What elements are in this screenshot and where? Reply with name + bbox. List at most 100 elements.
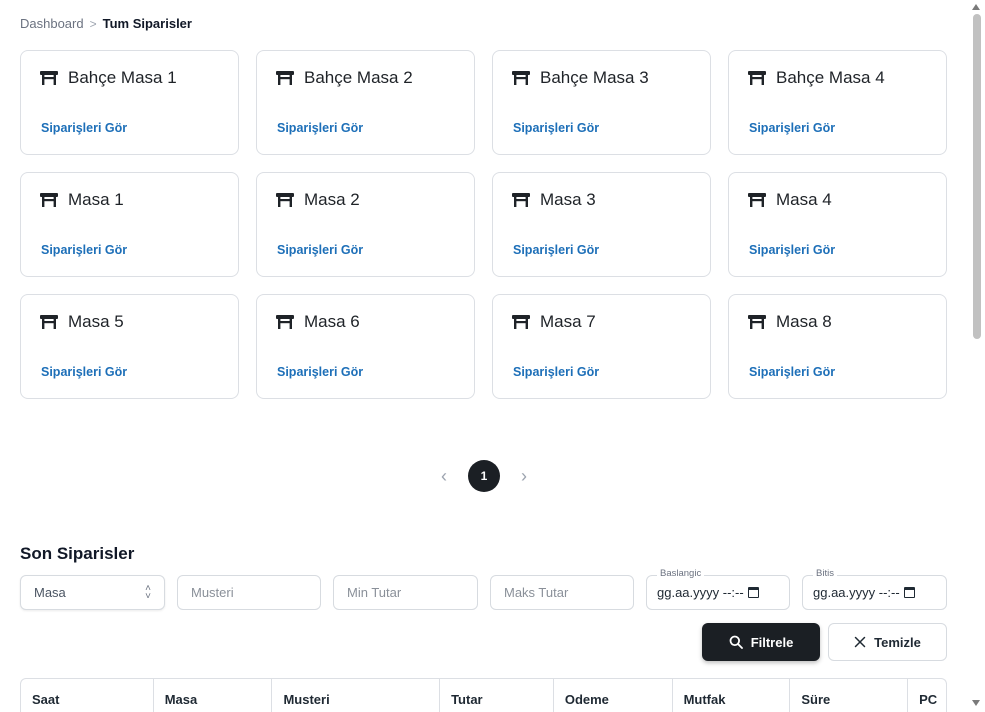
table-card-header: Bahçe Masa 2 (275, 68, 456, 88)
start-datetime-input[interactable]: Baslangic gg.aa.yyyy --:-- (646, 568, 790, 610)
table-card-title: Masa 6 (304, 312, 360, 331)
view-orders-link[interactable]: Siparişleri Gör (749, 365, 835, 379)
filter-button[interactable]: Filtrele (702, 623, 820, 661)
calendar-icon[interactable] (747, 587, 759, 598)
table-card-title: Masa 5 (68, 312, 124, 331)
table-furniture-icon (748, 71, 766, 85)
table-card-title: Masa 8 (776, 312, 832, 331)
vertical-scrollbar[interactable] (968, 0, 985, 712)
table-card-header: Masa 5 (39, 312, 220, 332)
view-orders-link[interactable]: Siparişleri Gör (41, 365, 127, 379)
table-furniture-icon (276, 71, 294, 85)
table-furniture-icon (512, 71, 530, 85)
clear-button-label: Temizle (874, 634, 921, 650)
table-card-title: Masa 4 (776, 190, 832, 209)
table-furniture-icon (276, 193, 294, 207)
scroll-thumb[interactable] (973, 14, 981, 339)
table-card-title: Bahçe Masa 4 (776, 68, 885, 87)
table-card-title: Bahçe Masa 3 (540, 68, 649, 87)
table-card[interactable]: Masa 5 Siparişleri Gör (20, 294, 239, 399)
table-card[interactable]: Bahçe Masa 1 Siparişleri Gör (20, 50, 239, 155)
table-furniture-icon (40, 315, 58, 329)
table-card[interactable]: Masa 8 Siparişleri Gör (728, 294, 947, 399)
table-card-title: Masa 3 (540, 190, 596, 209)
table-card-header: Masa 8 (747, 312, 928, 332)
musteri-input-placeholder: Musteri (191, 585, 234, 600)
table-furniture-icon (748, 193, 766, 207)
column-header-sure[interactable]: Süre (790, 679, 909, 712)
view-orders-link[interactable]: Siparişleri Gör (277, 365, 363, 379)
start-datetime-label: Baslangic (657, 568, 705, 579)
start-datetime-value: gg.aa.yyyy --:-- (657, 585, 744, 600)
scroll-up-arrow-icon[interactable] (972, 4, 980, 10)
table-card-title: Masa 2 (304, 190, 360, 209)
musteri-input[interactable]: Musteri (177, 575, 321, 610)
pagination-prev-icon[interactable]: ‹ (434, 466, 454, 487)
column-header-masa[interactable]: Masa (154, 679, 273, 712)
table-card[interactable]: Masa 3 Siparişleri Gör (492, 172, 711, 277)
scroll-down-arrow-icon[interactable] (972, 700, 980, 706)
view-orders-link[interactable]: Siparişleri Gör (749, 243, 835, 257)
orders-section-title: Son Siparisler (20, 544, 135, 563)
column-header-tutar[interactable]: Tutar (440, 679, 554, 712)
breadcrumb-dashboard-link[interactable]: Dashboard (20, 16, 84, 31)
table-card-title: Masa 1 (68, 190, 124, 209)
calendar-icon[interactable] (903, 587, 915, 598)
masa-select-value: Masa (34, 585, 66, 600)
view-orders-link[interactable]: Siparişleri Gör (513, 121, 599, 135)
table-card[interactable]: Masa 2 Siparişleri Gör (256, 172, 475, 277)
min-tutar-input[interactable]: Min Tutar (333, 575, 478, 610)
column-header-saat[interactable]: Saat (21, 679, 154, 712)
table-card-header: Bahçe Masa 1 (39, 68, 220, 88)
table-card-title: Masa 7 (540, 312, 596, 331)
table-card[interactable]: Bahçe Masa 2 Siparişleri Gör (256, 50, 475, 155)
breadcrumb: Dashboard > Tum Siparisler (20, 16, 192, 31)
pagination-page-current[interactable]: 1 (468, 460, 500, 492)
tables-grid: Bahçe Masa 1 Siparişleri Gör Bahçe Masa 2 S… (20, 50, 947, 399)
maks-tutar-input[interactable]: Maks Tutar (490, 575, 634, 610)
pagination-next-icon[interactable]: › (514, 466, 534, 487)
table-card[interactable]: Masa 6 Siparişleri Gör (256, 294, 475, 399)
column-header-mutfak[interactable]: Mutfak (673, 679, 791, 712)
column-header-odeme[interactable]: Odeme (554, 679, 673, 712)
table-card-header: Masa 2 (275, 190, 456, 210)
column-header-pc[interactable]: PC (908, 679, 946, 712)
page-content: Dashboard > Tum Siparisler Bahçe Masa 1 S… (0, 0, 968, 712)
select-caret-icon: ˄ ˅ (145, 582, 151, 602)
table-card[interactable]: Bahçe Masa 4 Siparişleri Gör (728, 50, 947, 155)
min-tutar-placeholder: Min Tutar (347, 585, 402, 600)
view-orders-link[interactable]: Siparişleri Gör (277, 121, 363, 135)
filter-button-label: Filtrele (750, 634, 794, 650)
table-furniture-icon (276, 315, 294, 329)
end-datetime-value: gg.aa.yyyy --:-- (813, 585, 900, 600)
table-card-header: Masa 4 (747, 190, 928, 210)
table-card-title: Bahçe Masa 2 (304, 68, 413, 87)
breadcrumb-separator: > (89, 16, 97, 31)
table-card[interactable]: Masa 1 Siparişleri Gör (20, 172, 239, 277)
view-orders-link[interactable]: Siparişleri Gör (513, 243, 599, 257)
table-card-title: Bahçe Masa 1 (68, 68, 177, 87)
pagination: ‹ 1 › (0, 460, 968, 492)
maks-tutar-placeholder: Maks Tutar (504, 585, 569, 600)
view-orders-link[interactable]: Siparişleri Gör (41, 121, 127, 135)
table-card-header: Bahçe Masa 3 (511, 68, 692, 88)
table-card-header: Masa 1 (39, 190, 220, 210)
masa-select[interactable]: Masa ˄ ˅ (20, 575, 165, 610)
view-orders-link[interactable]: Siparişleri Gör (749, 121, 835, 135)
close-icon (854, 636, 866, 648)
table-card[interactable]: Masa 7 Siparişleri Gör (492, 294, 711, 399)
column-header-musteri[interactable]: Musteri (272, 679, 441, 712)
end-datetime-input[interactable]: Bitis gg.aa.yyyy --:-- (802, 568, 947, 610)
view-orders-link[interactable]: Siparişleri Gör (277, 243, 363, 257)
search-icon (729, 635, 743, 649)
table-furniture-icon (512, 315, 530, 329)
orders-table-header: Saat Masa Musteri Tutar Odeme Mutfak Sür… (20, 678, 947, 712)
view-orders-link[interactable]: Siparişleri Gör (513, 365, 599, 379)
view-orders-link[interactable]: Siparişleri Gör (41, 243, 127, 257)
table-card[interactable]: Masa 4 Siparişleri Gör (728, 172, 947, 277)
table-furniture-icon (512, 193, 530, 207)
table-card-header: Masa 6 (275, 312, 456, 332)
table-card[interactable]: Bahçe Masa 3 Siparişleri Gör (492, 50, 711, 155)
clear-button[interactable]: Temizle (828, 623, 947, 661)
table-card-header: Masa 3 (511, 190, 692, 210)
